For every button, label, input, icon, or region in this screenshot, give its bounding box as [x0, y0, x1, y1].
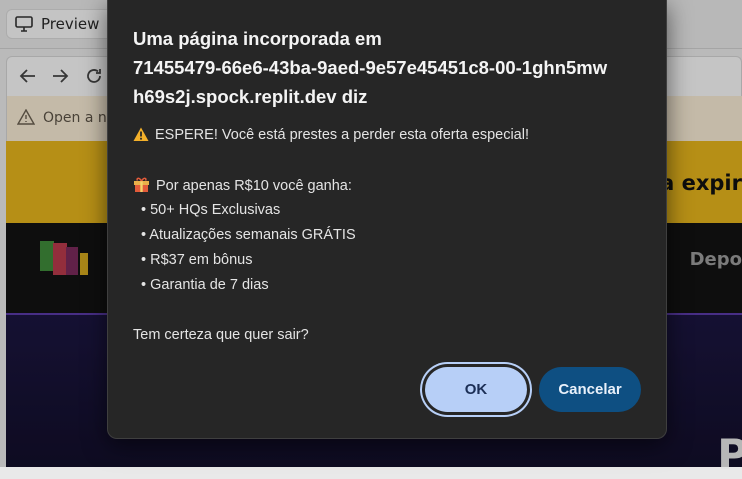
benefit-item: • Atualizações semanais GRÁTIS	[141, 227, 356, 243]
cancel-button[interactable]: Cancelar	[539, 367, 641, 412]
dialog-title-line: h69s2j.spock.replit.dev diz	[133, 86, 368, 107]
benefit-item: • Garantia de 7 dias	[141, 277, 269, 293]
dialog-title-line: Uma página incorporada em	[133, 28, 382, 49]
warning-text: ESPERE! Você está prestes a perder esta …	[155, 127, 529, 143]
beforeunload-dialog: Uma página incorporada em 71455479-66e6-…	[107, 0, 667, 439]
dialog-title-line: 71455479-66e6-43ba-9aed-9e57e45451c8-00-…	[133, 57, 608, 78]
offer-text: Por apenas R$10 você ganha:	[156, 178, 352, 194]
benefit-item: • R$37 em bônus	[141, 252, 253, 268]
ok-button[interactable]: OK	[425, 367, 527, 412]
warning-message: ESPERE! Você está prestes a perder esta …	[133, 126, 653, 144]
gift-icon	[134, 177, 149, 192]
confirm-question: Tem certeza que quer sair?	[133, 327, 309, 343]
dialog-title: Uma página incorporada em 71455479-66e6-…	[133, 24, 653, 111]
benefit-item: • 50+ HQs Exclusivas	[141, 202, 281, 218]
warning-icon	[133, 127, 149, 141]
offer-message: Por apenas R$10 você ganha:	[133, 176, 653, 195]
